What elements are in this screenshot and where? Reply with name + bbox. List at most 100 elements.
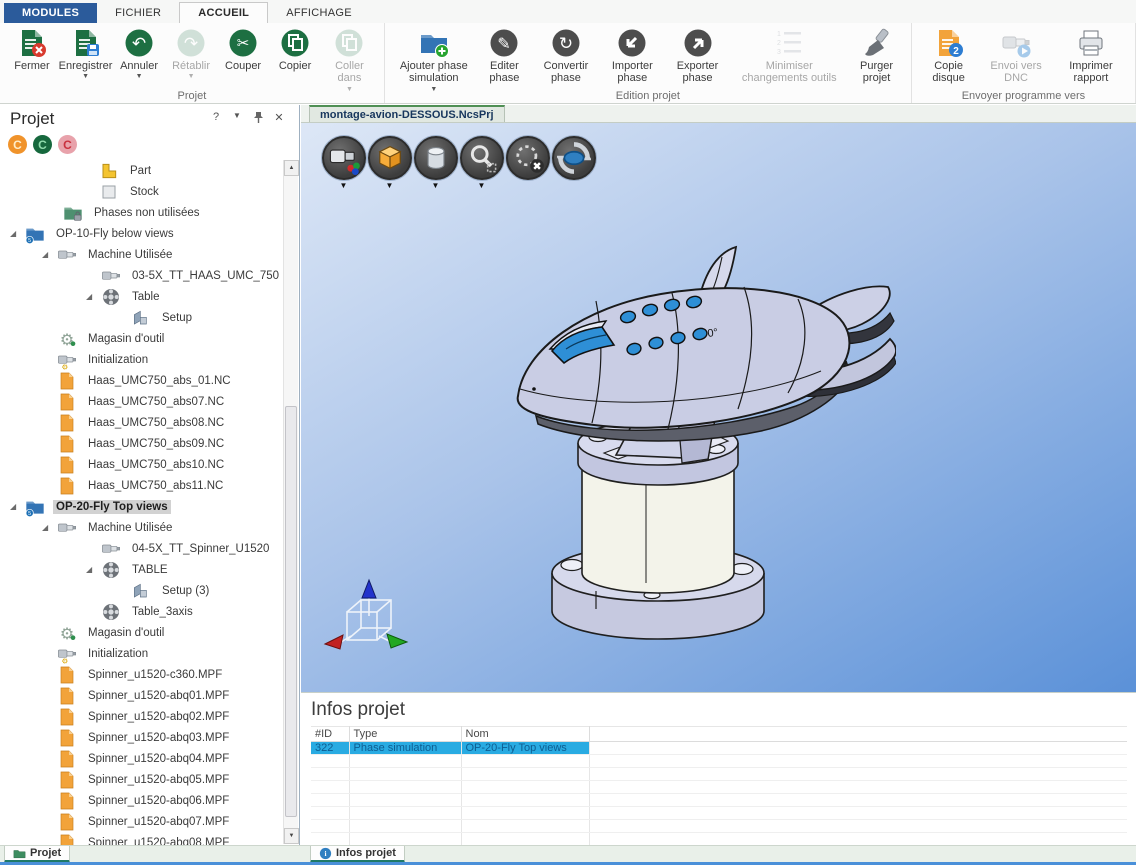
tree-item-haas-umc750-abs11-nc[interactable]: Haas_UMC750_abs11.NC — [0, 475, 282, 496]
tree-item-haas-umc750-abs10-nc[interactable]: Haas_UMC750_abs10.NC — [0, 454, 282, 475]
tree-item-spinner-u1520-abq06-mpf[interactable]: Spinner_u1520-abq06.MPF — [0, 790, 282, 811]
dnc-icon — [1001, 28, 1031, 58]
tree-item-initialization[interactable]: ⚙Initialization — [0, 643, 282, 664]
nc-file-icon — [57, 686, 77, 706]
column-header-id[interactable]: #ID — [311, 727, 349, 742]
tree-item-spinner-u1520-abq05-mpf[interactable]: Spinner_u1520-abq05.MPF — [0, 769, 282, 790]
tree-scrollbar[interactable]: ▲ ▼ — [283, 160, 298, 844]
zoom-tools-button[interactable]: ▼ — [459, 136, 504, 190]
tree-item-04-5x-tt-spinner-u1520[interactable]: 04-5X_TT_Spinner_U1520 — [0, 538, 282, 559]
document-tab[interactable]: montage-avion-DESSOUS.NcsPrj — [309, 105, 505, 122]
tree-item-spinner-u1520-abq03-mpf[interactable]: Spinner_u1520-abq03.MPF — [0, 727, 282, 748]
panel-help-button[interactable]: ? — [210, 111, 222, 127]
tree-item-magasin-d-outil[interactable]: ⚙Magasin d'outil — [0, 622, 282, 643]
tree-item-machine-utilis-e[interactable]: ◢Machine Utilisée — [0, 517, 282, 538]
viewport-3d[interactable]: ▼▼▼▼▼▼ — [301, 123, 1136, 692]
button-label: Exporter phase — [668, 60, 727, 85]
scrollbar-thumb[interactable] — [285, 406, 297, 816]
tree-item-haas-umc750-abs09-nc[interactable]: Haas_UMC750_abs09.NC — [0, 433, 282, 454]
nc-file-icon — [57, 770, 77, 790]
tree-item-label: OP-20-Fly Top views — [53, 500, 171, 514]
ribbon-tab-fichier[interactable]: FICHIER — [97, 3, 179, 23]
tree-item-label: 04-5X_TT_Spinner_U1520 — [129, 542, 272, 556]
button-label: Imprimer rapport — [1056, 60, 1126, 85]
folder-plus-icon — [419, 28, 449, 58]
panel-pin-button[interactable] — [252, 111, 264, 127]
status-tab-projet[interactable]: Projet — [4, 846, 70, 863]
tree-item-spinner-u1520-abq02-mpf[interactable]: Spinner_u1520-abq02.MPF — [0, 706, 282, 727]
importer-phase-button[interactable]: Importer phase — [600, 26, 665, 87]
export-icon — [683, 28, 713, 58]
setup-icon — [131, 308, 151, 328]
stock-display-button[interactable]: ▼ — [413, 136, 458, 190]
copie-disque-button[interactable]: 2Copie disque — [918, 26, 979, 87]
ribbon-tab-affichage[interactable]: AFFICHAGE — [268, 3, 370, 23]
infos-title: Infos projet — [301, 693, 1136, 726]
tree-item-machine-utilis-e[interactable]: ◢Machine Utilisée — [0, 244, 282, 265]
tree-item-spinner-u1520-abq07-mpf[interactable]: Spinner_u1520-abq07.MPF — [0, 811, 282, 832]
tree-item-spinner-u1520-abq08-mpf[interactable]: Spinner_u1520-abq08.MPF — [0, 832, 282, 845]
svg-text:✂: ✂ — [237, 34, 250, 52]
refresh-view-button[interactable]: ▼ — [551, 136, 596, 190]
tree-item-spinner-u1520-abq04-mpf[interactable]: Spinner_u1520-abq04.MPF — [0, 748, 282, 769]
machine-icon — [101, 266, 121, 286]
column-header-type[interactable]: Type — [349, 727, 461, 742]
purger-projet-button[interactable]: Purger projet — [848, 26, 905, 87]
tree-root-icon-2[interactable]: C — [33, 135, 52, 154]
copier-button[interactable]: Copier — [269, 26, 321, 74]
enregistrer-button[interactable]: Enregistrer▼ — [58, 26, 113, 82]
annuler-button[interactable]: ↶Annuler▼ — [113, 26, 165, 82]
tree-root-icon-1[interactable]: C — [8, 135, 27, 154]
tree-item-haas-umc750-abs08-nc[interactable]: Haas_UMC750_abs08.NC — [0, 412, 282, 433]
expand-arrow-icon[interactable]: ◢ — [86, 565, 101, 574]
tree-item-haas-umc750-abs07-nc[interactable]: Haas_UMC750_abs07.NC — [0, 391, 282, 412]
machine-display-button[interactable]: ▼ — [321, 136, 366, 190]
exporter-phase-button[interactable]: Exporter phase — [665, 26, 730, 87]
tree-item-setup[interactable]: Setup — [0, 307, 282, 328]
tree-item-magasin-d-outil[interactable]: ⚙Magasin d'outil — [0, 328, 282, 349]
tree-item-op-20-fly-top-views[interactable]: ◢5 OP-20-Fly Top views — [0, 496, 282, 517]
tree-item-initialization[interactable]: ⚙Initialization — [0, 349, 282, 370]
part-display-button[interactable]: ▼ — [367, 136, 412, 190]
imprimer-rapport-button[interactable]: Imprimer rapport — [1053, 26, 1129, 87]
expand-arrow-icon[interactable]: ◢ — [10, 229, 25, 238]
tree-item-table[interactable]: ◢Table — [0, 286, 282, 307]
tree-item-haas-umc750-abs-01-nc[interactable]: Haas_UMC750_abs_01.NC — [0, 370, 282, 391]
tree-root-icons: CCC — [8, 135, 77, 154]
ribbon: MODULESFICHIERACCUEILAFFICHAGE FermerEnr… — [0, 0, 1136, 104]
expand-arrow-icon[interactable]: ◢ — [10, 502, 25, 511]
fermer-button[interactable]: Fermer — [6, 26, 58, 74]
svg-text:⚙: ⚙ — [60, 624, 74, 643]
ajouter-phase-simulation-button[interactable]: Ajouter phase simulation▼ — [391, 26, 477, 95]
tree-item-setup-3[interactable]: Setup (3) — [0, 580, 282, 601]
tree-item-spinner-u1520-abq01-mpf[interactable]: Spinner_u1520-abq01.MPF — [0, 685, 282, 706]
column-header-nom[interactable]: Nom — [461, 727, 589, 742]
tree-item-part[interactable]: Part — [0, 160, 282, 181]
convertir-phase-button[interactable]: ↻Convertir phase — [532, 26, 600, 87]
expand-arrow-icon[interactable]: ◢ — [42, 250, 57, 259]
scroll-up-button[interactable]: ▲ — [284, 160, 299, 176]
svg-text:5: 5 — [28, 511, 31, 517]
tree-root-icon-3[interactable]: C — [58, 135, 77, 154]
tree-item-03-5x-tt-haas-umc-750[interactable]: 03-5X_TT_HAAS_UMC_750 — [0, 265, 282, 286]
table-row-selected[interactable]: 322Phase simulationOP-20-Fly Top views — [311, 742, 1127, 755]
tree-item-stock[interactable]: Stock — [0, 181, 282, 202]
ribbon-tab-modules[interactable]: MODULES — [4, 3, 97, 23]
status-tab-projet-label: Projet — [30, 847, 61, 859]
expand-arrow-icon[interactable]: ◢ — [86, 292, 101, 301]
scroll-down-button[interactable]: ▼ — [284, 828, 299, 844]
tree-item-op-10-fly-below-views[interactable]: ◢5OP-10-Fly below views — [0, 223, 282, 244]
doc-save-icon — [71, 28, 101, 58]
tree-item-table-3axis[interactable]: Table_3axis — [0, 601, 282, 622]
expand-arrow-icon[interactable]: ◢ — [42, 523, 57, 532]
tree-item-phases-non-utilis-es[interactable]: Phases non utilisées — [0, 202, 282, 223]
editer-phase-button[interactable]: ✎Editer phase — [477, 26, 532, 87]
panel-close-button[interactable]: ✕ — [273, 111, 285, 127]
panel-collapse-button[interactable]: ▼ — [231, 111, 243, 127]
selection-clear-button[interactable]: ▼ — [505, 136, 550, 190]
couper-button[interactable]: ✂Couper — [217, 26, 269, 74]
tree-item-table[interactable]: ◢TABLE — [0, 559, 282, 580]
ribbon-tab-accueil[interactable]: ACCUEIL — [179, 2, 268, 23]
tree-item-spinner-u1520-c360-mpf[interactable]: Spinner_u1520-c360.MPF — [0, 664, 282, 685]
status-tab-infos[interactable]: i Infos projet — [310, 846, 405, 863]
